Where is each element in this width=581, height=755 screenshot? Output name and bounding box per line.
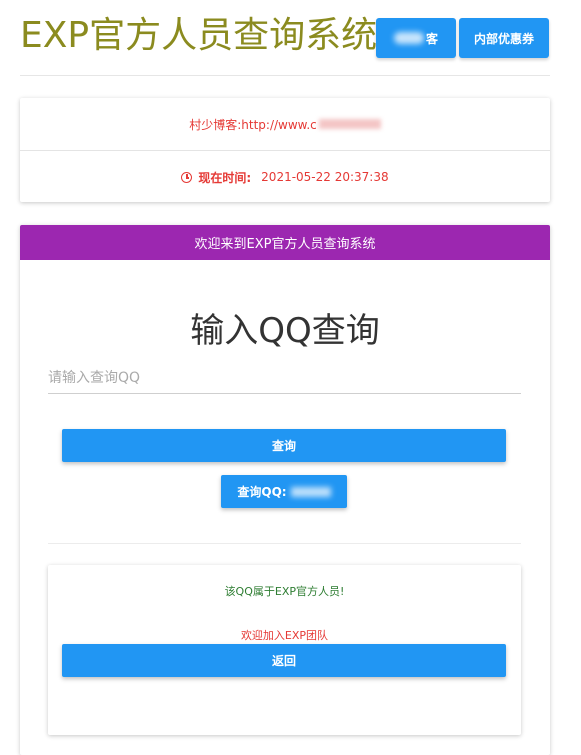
query-panel: 欢迎来到EXP官方人员查询系统 输入QQ查询 查询 查询QQ: 该QQ属于EXP… xyxy=(20,225,550,755)
redacted-text xyxy=(290,486,331,497)
clock-icon xyxy=(181,171,193,183)
redacted-text xyxy=(318,119,381,129)
time-value: 2021-05-22 20:37:38 xyxy=(261,170,389,184)
header-button-1-label: 客 xyxy=(425,31,438,46)
back-button[interactable]: 返回 xyxy=(62,644,506,677)
page-header: EXP官方人员查询系统 客 内部优惠券 xyxy=(0,0,581,76)
time-row: 现在时间: 2021-05-22 20:37:38 xyxy=(20,150,550,203)
welcome-message: 欢迎加入EXP团队 xyxy=(240,629,329,642)
panel-header: 欢迎来到EXP官方人员查询系统 xyxy=(20,225,550,260)
coupon-button[interactable]: 内部优惠券 xyxy=(459,18,549,58)
page-title: EXP官方人员查询系统 xyxy=(20,15,378,56)
blog-link[interactable]: 村少博客:http://www.c xyxy=(189,116,317,133)
result-message: 该QQ属于EXP官方人员! xyxy=(224,585,345,598)
qq-input[interactable] xyxy=(48,363,521,394)
info-card: 村少博客:http://www.c 现在时间: 2021-05-22 20:37… xyxy=(20,98,550,202)
query-qq-button[interactable]: 查询QQ: xyxy=(221,475,347,508)
time-label: 现在时间: xyxy=(198,170,252,185)
query-qq-label: 查询QQ: xyxy=(237,485,287,499)
header-divider xyxy=(20,75,550,76)
coupon-button-label: 内部优惠券 xyxy=(473,31,534,46)
query-title: 输入QQ查询 xyxy=(190,311,380,351)
blog-row: 村少博客:http://www.c xyxy=(20,98,550,150)
result-card: 该QQ属于EXP官方人员! 欢迎加入EXP团队 返回 xyxy=(48,565,521,735)
redacted-text xyxy=(393,32,424,44)
header-button-1[interactable]: 客 xyxy=(376,18,456,58)
query-button[interactable]: 查询 xyxy=(62,429,506,462)
panel-divider xyxy=(48,543,521,544)
